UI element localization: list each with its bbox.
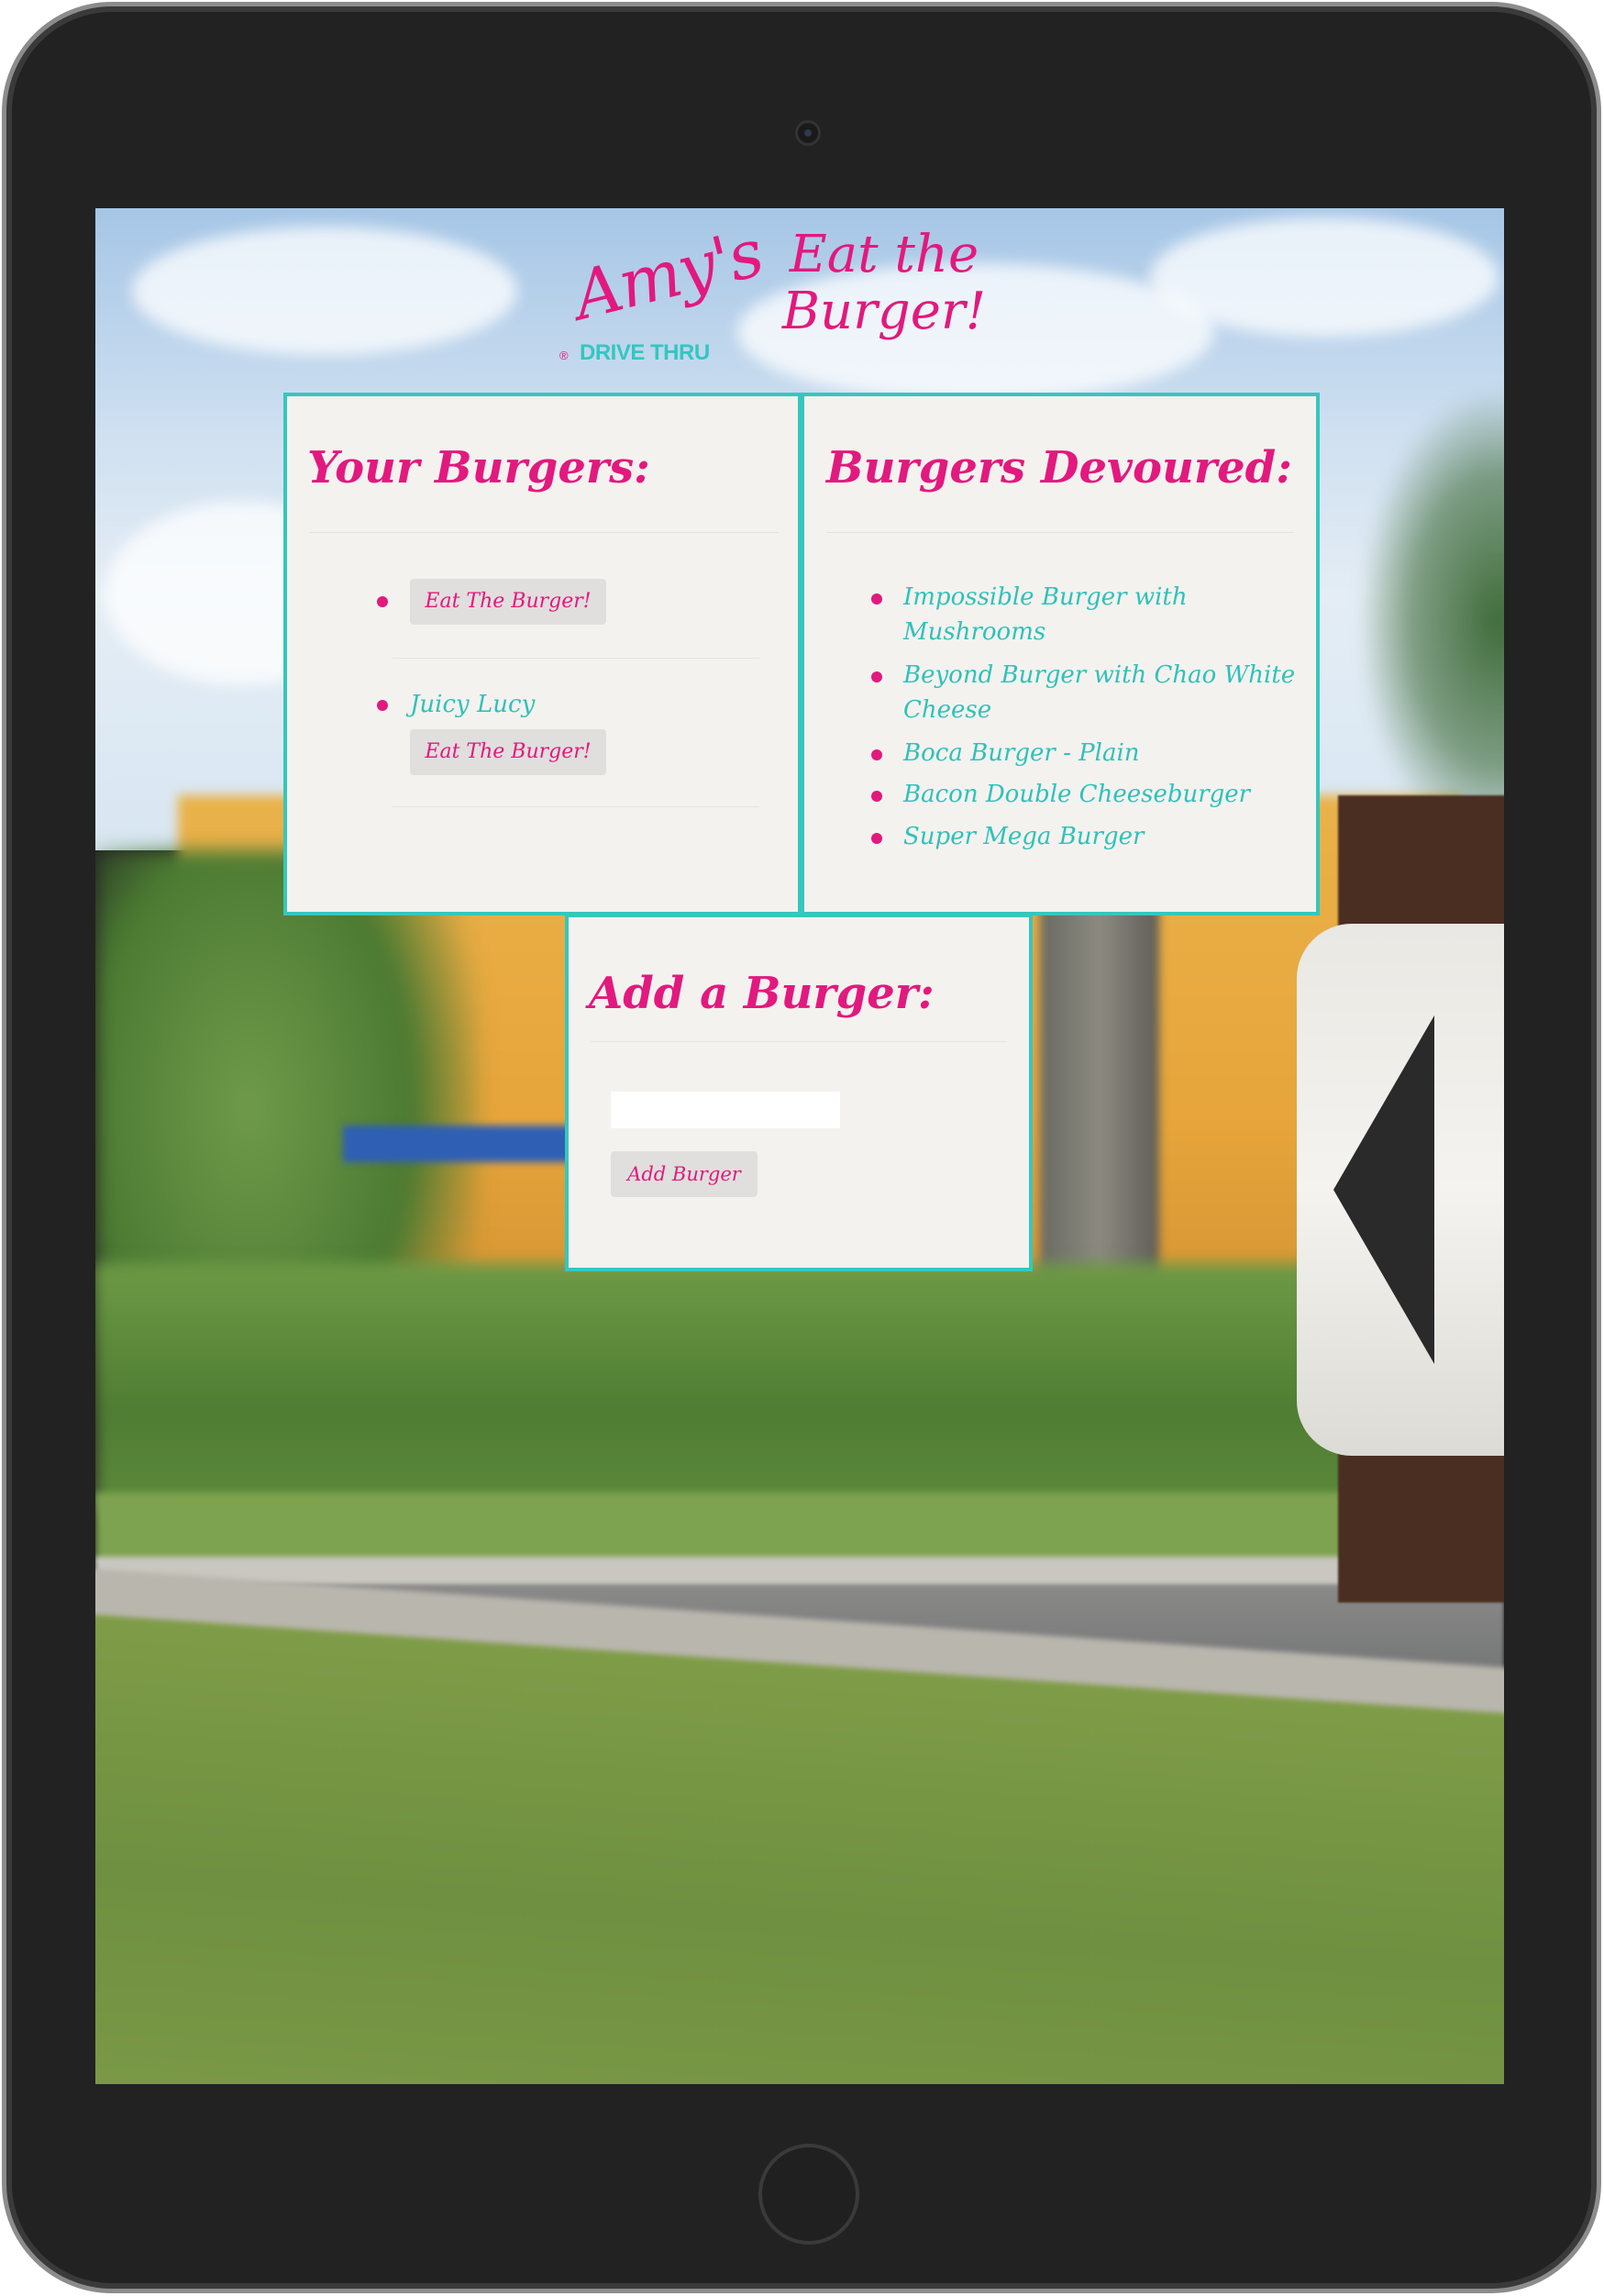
list-bullet — [377, 700, 388, 711]
card-divider — [309, 532, 779, 533]
add-burger-button[interactable]: Add Burger — [611, 1151, 758, 1197]
list-bullet — [871, 833, 882, 844]
arrow-left-icon — [1333, 1015, 1434, 1364]
background-palm-fronds — [1361, 392, 1504, 850]
list-bullet — [871, 671, 882, 682]
page-header: Amy's ® DRIVE THRU Eat the Burger! — [554, 214, 1104, 383]
list-bullet — [871, 749, 882, 760]
burgers-devoured-card: Burgers Devoured: Impossible Burger with… — [801, 393, 1320, 915]
add-burger-title: Add a Burger: — [589, 968, 935, 1019]
page-title: Eat the Burger! — [781, 225, 987, 341]
home-button[interactable] — [758, 2144, 859, 2245]
burger-name: Juicy Lucy — [410, 691, 536, 718]
your-burgers-title: Your Burgers: — [307, 442, 650, 494]
devoured-item-line: Bacon Double Cheeseburger — [903, 781, 1251, 808]
screen: Amy's ® DRIVE THRU Eat the Burger! Your … — [95, 208, 1504, 2084]
list-item-divider — [393, 658, 759, 659]
list-bullet — [871, 593, 882, 605]
logo-script-text: Amy's — [565, 214, 769, 335]
list-bullet — [377, 596, 388, 607]
devoured-item-line: Super Mega Burger — [903, 823, 1145, 850]
add-burger-card: Add a Burger: Add Burger — [565, 914, 1033, 1271]
devoured-item-line: Boca Burger - Plain — [903, 739, 1140, 767]
your-burgers-card: Your Burgers: Eat The Burger! Juicy Lucy… — [283, 393, 801, 915]
cloud-shape — [1150, 217, 1499, 337]
card-divider — [826, 532, 1294, 533]
background-grass-strip — [95, 1492, 1504, 1566]
logo-subtitle: DRIVE THRU — [580, 340, 710, 365]
brand-logo: Amy's ® DRIVE THRU — [554, 214, 769, 373]
card-divider — [591, 1041, 1007, 1042]
eat-burger-button[interactable]: Eat The Burger! — [410, 729, 606, 775]
eat-burger-button[interactable]: Eat The Burger! — [410, 579, 606, 625]
devoured-item-line: Impossible Burger with — [903, 583, 1188, 611]
burgers-devoured-title: Burgers Devoured: — [826, 442, 1292, 494]
cloud-shape — [132, 227, 517, 355]
camera-icon — [795, 120, 821, 146]
list-bullet — [871, 791, 882, 802]
devoured-item-line: Mushrooms — [903, 618, 1046, 646]
list-item-divider — [393, 806, 759, 807]
burger-name-input[interactable] — [611, 1092, 840, 1128]
background-hedge — [95, 1263, 1379, 1511]
devoured-item-line: Beyond Burger with Chao White — [903, 661, 1296, 689]
logo-registered-mark: ® — [559, 349, 569, 362]
devoured-item-line: Cheese — [903, 696, 992, 724]
